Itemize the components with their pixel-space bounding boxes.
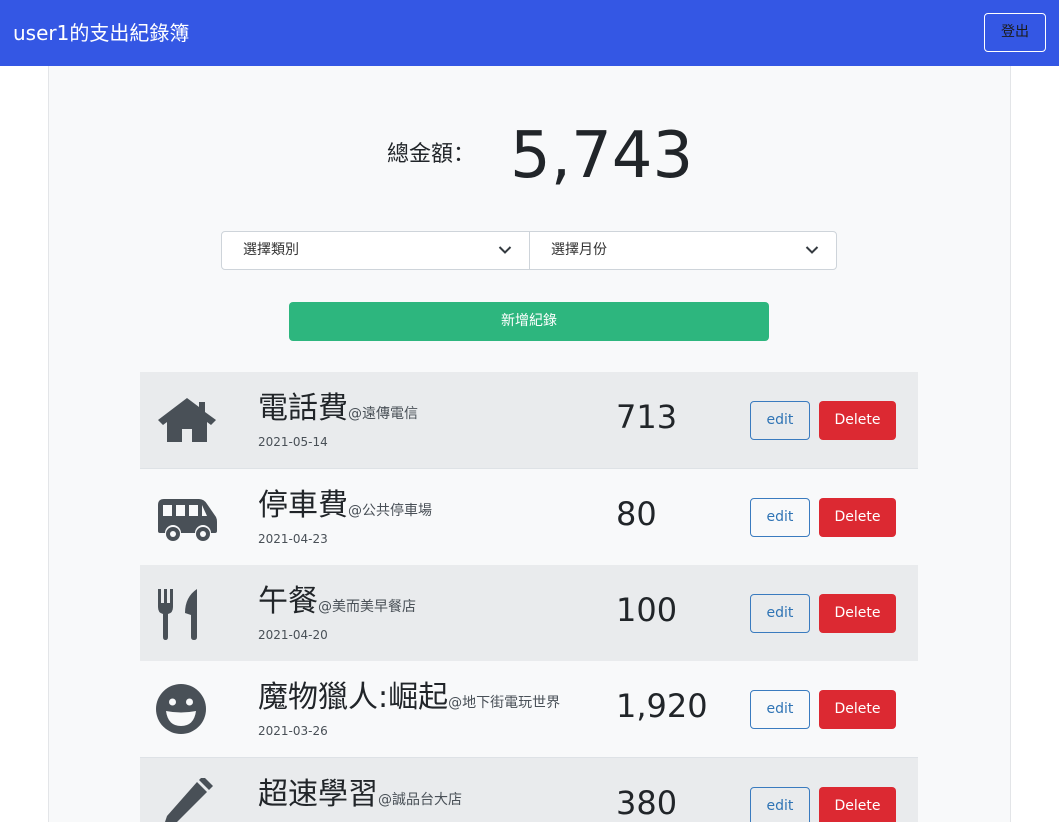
home-icon — [158, 398, 216, 442]
edit-button[interactable]: edit — [750, 498, 810, 537]
record-merchant: @地下街電玩世界 — [448, 695, 561, 711]
record-amount: 380 — [616, 784, 678, 822]
record-amount: 713 — [616, 398, 678, 436]
month-select-label: 選擇月份 — [551, 242, 607, 258]
total-amount: 5,743 — [510, 119, 694, 193]
record-name: 魔物獵人:崛起 — [258, 680, 449, 715]
record-date: 2021-04-23 — [258, 532, 328, 546]
pen-icon — [165, 778, 213, 822]
category-select-label: 選擇類別 — [243, 242, 299, 258]
list-item: 超速學習@誠品台大店 380 edit Delete — [140, 758, 918, 822]
delete-button[interactable]: Delete — [819, 401, 896, 440]
edit-button[interactable]: edit — [750, 690, 810, 729]
list-item: 電話費@遠傳電信 2021-05-14 713 edit Delete — [140, 372, 918, 469]
edit-button[interactable]: edit — [750, 594, 810, 633]
record-date: 2021-04-20 — [258, 628, 328, 642]
list-item: 魔物獵人:崛起@地下街電玩世界 2021-03-26 1,920 edit De… — [140, 661, 918, 758]
app-title: user1的支出紀錄簿 — [13, 21, 190, 45]
record-merchant: @誠品台大店 — [378, 792, 462, 808]
record-merchant: @公共停車場 — [348, 503, 432, 519]
grin-icon — [156, 684, 206, 734]
category-select[interactable]: 選擇類別 — [221, 231, 530, 270]
record-title: 停車費@公共停車場 — [258, 487, 432, 530]
record-merchant: @美而美早餐店 — [318, 599, 416, 615]
record-name: 電話費 — [258, 391, 348, 426]
chevron-down-icon — [805, 246, 819, 254]
record-name: 午餐 — [258, 584, 318, 619]
navbar: user1的支出紀錄簿 登出 — [0, 0, 1059, 66]
delete-button[interactable]: Delete — [819, 594, 896, 633]
shuttle-van-icon — [158, 499, 217, 541]
record-title: 午餐@美而美早餐店 — [258, 583, 416, 626]
record-name: 停車費 — [258, 488, 348, 523]
chevron-down-icon — [498, 246, 512, 254]
record-name: 超速學習 — [258, 777, 378, 812]
record-date: 2021-03-26 — [258, 724, 328, 738]
record-title: 電話費@遠傳電信 — [258, 390, 418, 433]
logout-button[interactable]: 登出 — [984, 13, 1046, 52]
list-item: 停車費@公共停車場 2021-04-23 80 edit Delete — [140, 469, 918, 566]
record-title: 超速學習@誠品台大店 — [258, 776, 462, 819]
delete-button[interactable]: Delete — [819, 787, 896, 822]
record-amount: 1,920 — [616, 687, 708, 725]
list-item: 午餐@美而美早餐店 2021-04-20 100 edit Delete — [140, 565, 918, 662]
record-merchant: @遠傳電信 — [348, 406, 418, 422]
delete-button[interactable]: Delete — [819, 498, 896, 537]
record-amount: 80 — [616, 495, 657, 533]
record-title: 魔物獵人:崛起@地下街電玩世界 — [258, 679, 560, 722]
utensils-icon — [158, 589, 197, 640]
total-label: 總金額： — [387, 142, 476, 167]
edit-button[interactable]: edit — [750, 787, 810, 822]
month-select[interactable]: 選擇月份 — [529, 231, 837, 270]
edit-button[interactable]: edit — [750, 401, 810, 440]
delete-button[interactable]: Delete — [819, 690, 896, 729]
add-record-button[interactable]: 新增紀錄 — [289, 302, 769, 341]
record-date: 2021-05-14 — [258, 435, 328, 449]
record-amount: 100 — [616, 591, 678, 629]
